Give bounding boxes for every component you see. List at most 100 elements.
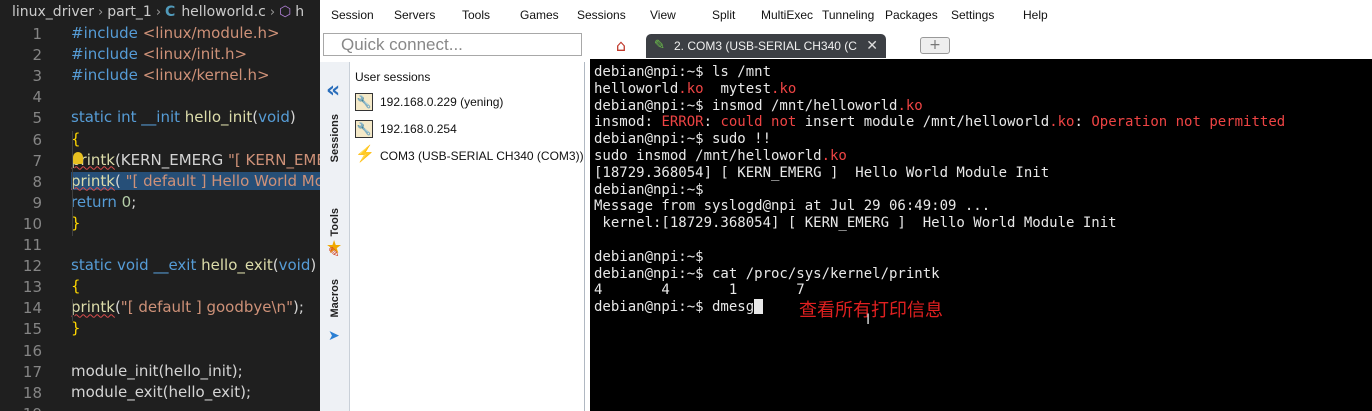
menu-view[interactable]: View [650,8,676,22]
terminal-token: .ko [678,80,704,97]
terminal-line: debian@npi:~$ [594,182,704,199]
code-token: module_exit [71,382,163,401]
indent-guide [72,131,73,236]
session-label: 192.168.0.229 (yening) [380,95,504,109]
line-number: 4 [32,88,42,107]
tab-macros[interactable]: Macros [329,279,341,318]
breadcrumb-subfolder[interactable]: part_1 [107,4,152,20]
code-token: hello_init [164,361,232,380]
terminal[interactable]: debian@npi:~$ ls /mnt helloworld.ko mytes… [590,59,1372,411]
code-token: hello_init [184,108,253,127]
terminal-line: debian@npi:~$ sudo !! [594,131,771,148]
code-line: 3 #include <linux/kernel.h> [0,65,320,86]
terminal-token: debian@npi:~$ sudo !! [594,131,772,148]
terminal-line: sudo insmod /mnt/helloworld.ko [594,148,847,165]
code-token: void [258,108,290,127]
code-line: 16 [0,340,320,361]
home-icon[interactable]: ⌂ [607,36,635,58]
code-token: static void __exit [71,256,202,275]
session-item[interactable]: 🔧 192.168.0.229 (yening) [355,93,583,113]
menu-tunneling[interactable]: Tunneling [822,8,874,22]
code-token: ) [310,256,317,275]
menu-split[interactable]: Split [712,8,735,22]
line-number: 10 [22,214,42,233]
session-label: COM3 (USB-SERIAL CH340 (COM3)) [380,149,584,163]
tools-icon[interactable]: ✎ [328,245,340,261]
terminal-token: debian@npi:~$ insmod /mnt/helloworld [594,97,898,114]
macro-send-icon[interactable]: ➤ [328,328,340,344]
menu-servers[interactable]: Servers [394,8,435,22]
code-line: 4 [0,86,320,107]
close-icon[interactable]: ✕ [866,37,878,54]
terminal-token: .ko [821,148,847,164]
session-item[interactable]: ⚡ COM3 (USB-SERIAL CH340 (COM3)) [355,147,584,167]
code-line: 2 #include <linux/init.h> [0,44,320,65]
session-label: 192.168.0.254 [380,122,457,136]
code-line: 1 #include <linux/module.h> [0,23,320,44]
chevron-right-icon: › [155,4,162,20]
new-tab-button[interactable]: + [920,37,950,54]
code-line: 19 [0,403,320,411]
code-text: #include <linux/kernel.h> [71,66,270,84]
terminal-token: 4 4 1 7 [594,282,805,299]
lightbulb-icon[interactable] [73,152,83,164]
tab-com3[interactable]: ✎ 2. COM3 (USB-SERIAL CH340 (C ✕ [646,34,886,58]
menu-games[interactable]: Games [520,8,559,22]
menu-sessions[interactable]: Sessions [577,8,626,22]
code-editor[interactable]: linux_driver › part_1 › C helloworld.c ›… [0,0,320,411]
breadcrumb-folder[interactable]: linux_driver [12,4,94,20]
breadcrumb-symbol[interactable]: h [295,4,304,20]
terminal-line: 4 4 1 7 [594,282,805,299]
code-line: 9 return 0; [0,192,320,213]
terminal-line: debian@npi:~$ dmesg [594,299,764,316]
quick-connect-input[interactable]: Quick connect... [323,33,582,56]
line-number: 9 [32,193,42,212]
menu-tools[interactable]: Tools [462,8,490,22]
menu-bar: Session Servers Tools Games Sessions Vie… [320,0,1372,30]
terminal-token: Message from syslogd@npi at Jul 29 06:49… [594,198,991,215]
code-token: static int __init [71,108,185,127]
terminal-token: debian@npi:~$ [594,181,704,198]
code-line: 18 module_exit(hello_exit); [0,382,320,403]
breadcrumb-file[interactable]: helloworld.c [181,4,266,20]
terminal-token: .ko [1049,114,1075,131]
line-number: 14 [22,299,42,318]
terminal-token: mytest [703,80,772,97]
menu-session[interactable]: Session [331,8,374,22]
menu-packages[interactable]: Packages [885,8,938,22]
code-token: "[ default ] Hello World Mod [125,171,320,190]
session-item[interactable]: 🔧 192.168.0.254 [355,120,583,140]
code-line: 11 [0,234,320,255]
code-token: printk [71,298,115,317]
chevron-right-icon: › [269,4,276,20]
chevron-right-icon: › [98,4,104,20]
code-line: 5 static int __init hello_init(void) [0,107,320,128]
sidebar-tabs: « Sessions ★ Tools ✎ Macros ➤ [320,62,350,411]
line-number: 3 [32,67,42,86]
menu-help[interactable]: Help [1023,8,1048,22]
line-number: 6 [32,130,42,149]
code-text: module_init(hello_init); [71,362,243,380]
terminal-line: insmod: ERROR: could not insert module /… [594,114,1285,131]
collapse-sidebar-icon[interactable]: « [326,78,340,103]
text-cursor-icon: I [866,312,871,328]
terminal-token: [18729.368054] [ KERN_EMERG ] Hello Worl… [594,164,1050,181]
tab-tools[interactable]: Tools [329,208,341,237]
code-line: 8 printk( "[ default ] Hello World Mod [0,171,320,192]
menu-multiexec[interactable]: MultiExec [761,8,813,22]
line-number: 16 [22,341,42,360]
terminal-token: Operation not permitted [1091,114,1286,131]
code-token: <linux/kernel.h> [142,66,270,85]
terminal-token: helloworld [594,80,679,97]
menu-settings[interactable]: Settings [951,8,994,22]
line-number: 8 [32,172,42,191]
terminal-token: insert module /mnt/helloworld [796,114,1050,131]
code-token: "[ KERN_EME [227,150,320,169]
code-text: #include <linux/init.h> [71,45,247,63]
code-line: 12 static void __exit hello_exit(void) [0,255,320,276]
terminal-line: debian@npi:~$ [594,249,704,266]
code-token: { [71,277,81,296]
code-token: ; [131,192,137,211]
tab-sessions[interactable]: Sessions [329,114,341,162]
code-token: <linux/module.h> [142,24,280,42]
